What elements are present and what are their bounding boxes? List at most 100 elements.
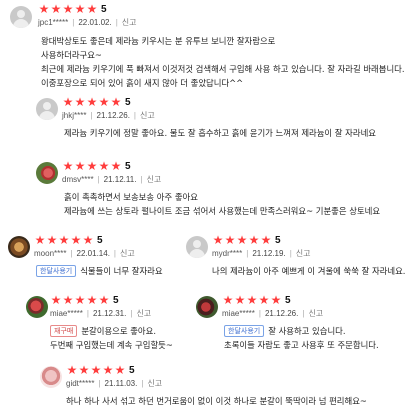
star-icon: ★ — [260, 233, 272, 247]
star-icon: ★ — [46, 233, 58, 247]
review-2: ★ ★ ★ ★ ★ 5 dmsv**** | 21.12.11. | 신고 흙이 촉촉하면서 보… — [0, 158, 410, 222]
review-line: 초록이들 자람도 좋고 사용후 또 주문합니다. — [224, 340, 379, 350]
review-meta: miae***** | 21.12.31. | 신고 — [50, 309, 152, 318]
rating-stars: ★ ★ ★ ★ ★ 5 — [38, 3, 107, 15]
review-meta: mydr**** | 21.12.19. | 신고 — [212, 249, 311, 258]
review-text: 재구매 분갈이용으로 좋아요. 두번째 구입했는데 계속 구입할듯~ — [50, 324, 173, 352]
star-icon: ★ — [38, 2, 50, 16]
rating-score: 5 — [275, 234, 281, 246]
review-line: 분갈이용으로 좋아요. — [81, 326, 156, 336]
review-line: 사용하더라구요~ — [41, 50, 102, 60]
star-icon: ★ — [50, 293, 62, 307]
star-icon: ★ — [270, 293, 282, 307]
default-avatar-icon — [186, 236, 208, 258]
user-id: moon**** — [34, 249, 67, 258]
rating-stars: ★ ★ ★ ★ ★ 5 — [62, 160, 131, 172]
star-icon: ★ — [62, 2, 74, 16]
rating-score: 5 — [285, 294, 291, 306]
star-icon: ★ — [236, 233, 248, 247]
report-link[interactable]: 신고 — [147, 175, 162, 184]
review-meta: gidt***** | 21.11.03. | 신고 — [66, 379, 163, 388]
user-id: gidt***** — [66, 379, 95, 388]
rating-stars: ★ ★ ★ ★ ★ 5 — [222, 294, 291, 306]
user-id: jpc1***** — [38, 18, 69, 27]
star-icon: ★ — [98, 293, 110, 307]
report-link[interactable]: 신고 — [122, 18, 137, 27]
rating-score: 5 — [97, 234, 103, 246]
rating-stars: ★ ★ ★ ★ ★ 5 — [62, 96, 131, 108]
review-text: 흙이 촉촉하면서 보송보송 아주 좋아요 제라늄에 쓰는 상토라 펄나이트 조금… — [64, 190, 380, 218]
rating-score: 5 — [125, 160, 131, 172]
report-link[interactable]: 신고 — [120, 249, 135, 258]
star-icon: ★ — [62, 95, 74, 109]
review-badge: 한달사용기 — [36, 265, 77, 277]
star-icon: ★ — [78, 363, 90, 377]
review-line: 흙이 촉촉하면서 보송보송 아주 좋아요 — [64, 192, 198, 202]
report-link[interactable]: 신고 — [147, 379, 162, 388]
review-6: ★ ★ ★ ★ ★ 5 miae***** | 21.12.26. | 신고 한달사용기 잘 사용… — [192, 292, 410, 352]
profile-avatar — [36, 162, 58, 184]
star-icon: ★ — [86, 95, 98, 109]
review-line: 왕대박상토도 좋은데 제라늄 키우시는 분 유투브 보니깐 잘자람으로 — [41, 36, 276, 46]
star-icon: ★ — [74, 159, 86, 173]
star-icon: ★ — [62, 293, 74, 307]
review-date: 22.01.02. — [78, 18, 112, 27]
review-text: 제라늄 키우기에 정말 좋아요. 물도 잘 흡수하고 흙에 윤기가 느껴져 제라… — [64, 126, 376, 140]
user-id: jhkj**** — [62, 111, 87, 120]
default-avatar-icon — [36, 98, 58, 120]
review-date: 21.12.26. — [96, 111, 130, 120]
star-icon: ★ — [110, 159, 122, 173]
review-text: 나의 제라늄이 아주 예쁘게 이 겨울에 쑥쑥 잘 자라네요. — [212, 264, 405, 278]
review-1: ★ ★ ★ ★ ★ 5 jhkj**** | 21.12.26. | 신고 제라늄 키우기에 정… — [0, 94, 410, 144]
star-icon: ★ — [58, 233, 70, 247]
review-badge: 재구매 — [50, 325, 78, 337]
review-date: 21.11.03. — [104, 379, 138, 388]
rating-score: 5 — [101, 3, 107, 15]
star-icon: ★ — [90, 363, 102, 377]
star-icon: ★ — [212, 233, 224, 247]
review-line: 이중포장으로 되어 있어 흙이 새지 않아 더 좋았답니다^^ — [41, 78, 244, 88]
star-icon: ★ — [50, 2, 62, 16]
report-link[interactable]: 신고 — [296, 249, 311, 258]
star-icon: ★ — [234, 293, 246, 307]
review-line: 제라늄에 쓰는 상토라 펄나이트 조금 섞어서 사용했는데 만족스러워요~ 기분… — [64, 206, 381, 216]
report-link[interactable]: 신고 — [308, 309, 323, 318]
rating-stars: ★ ★ ★ ★ ★ 5 — [50, 294, 119, 306]
star-icon: ★ — [82, 233, 94, 247]
user-id: dmsv**** — [62, 175, 94, 184]
review-meta: miae***** | 21.12.26. | 신고 — [222, 309, 324, 318]
review-date: 21.12.26. — [264, 309, 299, 318]
review-meta: moon**** | 22.01.14. | 신고 — [34, 249, 135, 258]
star-icon: ★ — [114, 363, 126, 377]
review-text: 왕대박상토도 좋은데 제라늄 키우시는 분 유투브 보니깐 잘자람으로 사용하더… — [41, 34, 405, 90]
profile-avatar — [40, 366, 62, 388]
rating-score: 5 — [113, 294, 119, 306]
review-badge: 한달사용기 — [224, 325, 265, 337]
review-line: 제라늄 키우기에 정말 좋아요. 물도 잘 흡수하고 흙에 윤기가 느껴져 제라… — [64, 128, 376, 138]
star-icon: ★ — [258, 293, 270, 307]
rating-score: 5 — [125, 96, 131, 108]
star-icon: ★ — [98, 95, 110, 109]
report-link[interactable]: 신고 — [136, 309, 151, 318]
user-id: mydr**** — [212, 249, 243, 258]
star-icon: ★ — [86, 2, 98, 16]
profile-avatar — [8, 236, 30, 258]
rating-score: 5 — [129, 364, 135, 376]
star-icon: ★ — [86, 293, 98, 307]
rating-stars: ★ ★ ★ ★ ★ 5 — [66, 364, 135, 376]
star-icon: ★ — [66, 363, 78, 377]
report-link[interactable]: 신고 — [140, 111, 155, 120]
review-meta: jpc1***** | 22.01.02. | 신고 — [38, 18, 137, 27]
star-icon: ★ — [74, 95, 86, 109]
star-icon: ★ — [98, 159, 110, 173]
review-text: 한달사용기 식물들이 너무 잘자라요 — [36, 264, 163, 278]
star-icon: ★ — [70, 233, 82, 247]
review-line: 최근에 제라늄 키우기에 푹 빠져서 이것저것 검색해서 구입해 사용 하고 있… — [41, 64, 405, 74]
review-text: 하나 하나 사서 섞고 하던 번거로움이 없이 이것 하나로 분갈이 뚝딱이라 … — [66, 394, 367, 408]
review-0: ★ ★ ★ ★ ★ 5 jpc1***** | 22.01.02. | 신고 왕대박상토도 좋은… — [0, 0, 410, 92]
star-icon: ★ — [86, 159, 98, 173]
review-date: 21.12.31. — [92, 309, 127, 318]
review-date: 21.12.11. — [103, 175, 137, 184]
review-line: 잘 사용하고 있습니다. — [268, 326, 346, 336]
review-date: 21.12.19. — [252, 249, 286, 258]
